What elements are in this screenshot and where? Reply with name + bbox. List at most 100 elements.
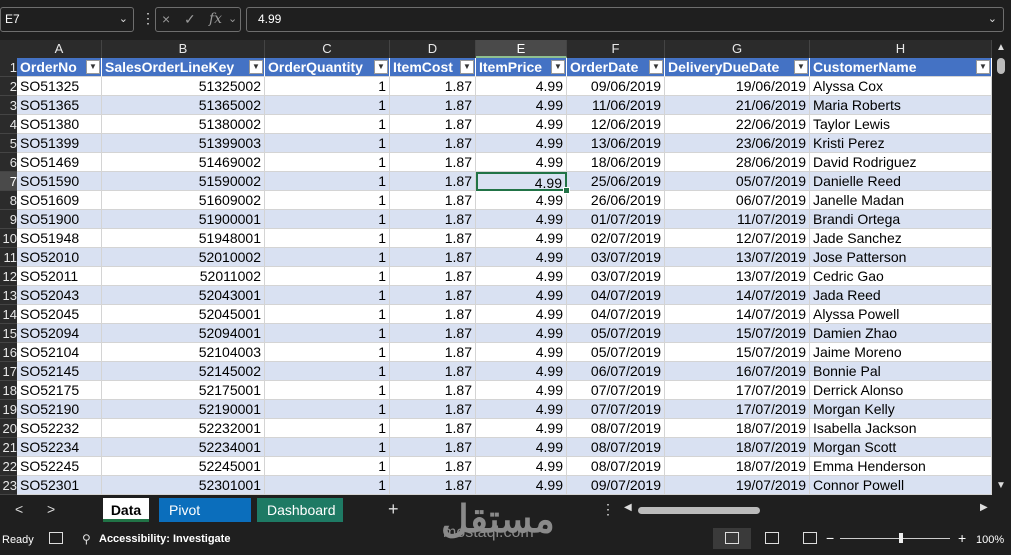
table-cell[interactable]: 52010002 [102, 248, 265, 267]
table-cell[interactable]: Derrick Alonso [810, 381, 992, 400]
table-cell[interactable]: 1 [265, 419, 390, 438]
table-cell[interactable]: SO52234 [17, 438, 102, 457]
enter-icon[interactable]: ✓ [184, 11, 196, 28]
table-cell[interactable]: 52011002 [102, 267, 265, 286]
tab-dashboard[interactable]: Dashboard [257, 498, 343, 522]
table-cell[interactable]: 1 [265, 153, 390, 172]
table-cell[interactable]: 07/07/2019 [567, 381, 665, 400]
page-break-view-icon[interactable] [803, 532, 817, 544]
row-header-20[interactable]: 20 [0, 419, 17, 438]
table-cell[interactable]: Morgan Scott [810, 438, 992, 457]
table-cell[interactable]: 51948001 [102, 229, 265, 248]
table-cell[interactable]: 1 [265, 324, 390, 343]
table-cell[interactable]: 05/07/2019 [665, 172, 810, 191]
table-cell[interactable]: 4.99 [476, 438, 567, 457]
table-header-cell[interactable]: CustomerName ▼ [810, 58, 992, 77]
table-cell[interactable]: 52190001 [102, 400, 265, 419]
fill-handle[interactable] [563, 187, 570, 194]
row-header-9[interactable]: 9 [0, 210, 17, 229]
table-cell[interactable]: 1.87 [390, 476, 476, 495]
horizontal-scrollbar[interactable]: ◀ ▶ [624, 502, 994, 517]
table-cell[interactable]: 17/07/2019 [665, 400, 810, 419]
table-cell[interactable]: 09/07/2019 [567, 476, 665, 495]
table-cell[interactable]: 15/07/2019 [665, 343, 810, 362]
table-cell[interactable]: Janelle Madan [810, 191, 992, 210]
table-cell[interactable]: Danielle Reed [810, 172, 992, 191]
filter-dropdown-icon[interactable]: ▼ [976, 60, 990, 74]
table-cell[interactable]: SO52010 [17, 248, 102, 267]
table-cell[interactable]: 52045001 [102, 305, 265, 324]
table-cell[interactable]: 1.87 [390, 229, 476, 248]
table-cell[interactable]: 08/07/2019 [567, 457, 665, 476]
table-cell[interactable]: 01/07/2019 [567, 210, 665, 229]
table-cell[interactable]: 1.87 [390, 191, 476, 210]
next-sheet-icon[interactable]: > [47, 501, 55, 517]
table-cell[interactable]: 06/07/2019 [665, 191, 810, 210]
filter-dropdown-icon[interactable]: ▼ [374, 60, 388, 74]
table-cell[interactable]: 16/07/2019 [665, 362, 810, 381]
vertical-scrollbar[interactable]: ▲ ▼ [992, 40, 1011, 495]
prev-sheet-icon[interactable]: < [15, 501, 23, 517]
table-cell[interactable]: 09/06/2019 [567, 77, 665, 96]
table-cell[interactable]: 18/07/2019 [665, 438, 810, 457]
table-cell[interactable]: SO52045 [17, 305, 102, 324]
more-tabs-icon[interactable]: ⋮ [601, 501, 615, 518]
table-cell[interactable]: Connor Powell [810, 476, 992, 495]
table-cell[interactable]: SO52104 [17, 343, 102, 362]
table-cell[interactable]: 1.87 [390, 324, 476, 343]
table-cell[interactable]: 28/06/2019 [665, 153, 810, 172]
table-cell[interactable]: SO52190 [17, 400, 102, 419]
table-cell[interactable]: SO51380 [17, 115, 102, 134]
table-cell[interactable]: 13/07/2019 [665, 248, 810, 267]
table-cell[interactable]: 4.99 [476, 362, 567, 381]
table-cell[interactable]: 1 [265, 438, 390, 457]
table-cell[interactable]: 12/06/2019 [567, 115, 665, 134]
name-box[interactable]: E7 ⌄ [0, 7, 134, 32]
table-cell[interactable]: SO51590 [17, 172, 102, 191]
table-cell[interactable]: 52175001 [102, 381, 265, 400]
table-cell[interactable]: 13/07/2019 [665, 267, 810, 286]
table-cell[interactable]: 1.87 [390, 286, 476, 305]
zoom-out-icon[interactable]: − [826, 530, 834, 546]
column-header-a[interactable]: A [17, 40, 102, 58]
table-cell[interactable]: Taylor Lewis [810, 115, 992, 134]
zoom-in-icon[interactable]: + [958, 530, 966, 546]
table-cell[interactable]: SO52145 [17, 362, 102, 381]
table-header-cell[interactable]: DeliveryDueDate ▼ [665, 58, 810, 77]
row-header-17[interactable]: 17 [0, 362, 17, 381]
table-cell[interactable]: 51590002 [102, 172, 265, 191]
table-cell[interactable]: 08/07/2019 [567, 438, 665, 457]
column-header-e[interactable]: E [476, 40, 567, 58]
row-header-12[interactable]: 12 [0, 267, 17, 286]
tab-pivot-tables[interactable]: Pivot tables [159, 498, 251, 542]
table-cell[interactable]: 12/07/2019 [665, 229, 810, 248]
table-cell[interactable]: 07/07/2019 [567, 400, 665, 419]
table-cell[interactable]: SO51469 [17, 153, 102, 172]
row-header-3[interactable]: 3 [0, 96, 17, 115]
table-cell[interactable]: 1.87 [390, 267, 476, 286]
row-header-16[interactable]: 16 [0, 343, 17, 362]
table-cell[interactable]: 18/07/2019 [665, 419, 810, 438]
table-cell[interactable]: 1.87 [390, 362, 476, 381]
table-cell[interactable]: Jaime Moreno [810, 343, 992, 362]
filter-dropdown-icon[interactable]: ▼ [86, 60, 100, 74]
row-header-2[interactable]: 2 [0, 77, 17, 96]
filter-dropdown-icon[interactable]: ▼ [460, 60, 474, 74]
row-header-4[interactable]: 4 [0, 115, 17, 134]
table-cell[interactable]: 1 [265, 172, 390, 191]
insert-function-icon[interactable]: fx [209, 11, 222, 27]
formula-input[interactable]: 4.99 ⌄ [246, 7, 1004, 32]
table-cell[interactable]: 1 [265, 115, 390, 134]
table-cell[interactable]: 1.87 [390, 419, 476, 438]
table-cell[interactable]: 1 [265, 210, 390, 229]
table-cell[interactable]: 04/07/2019 [567, 305, 665, 324]
table-cell[interactable]: SO52245 [17, 457, 102, 476]
table-cell[interactable]: 18/07/2019 [665, 457, 810, 476]
table-cell[interactable]: 51325002 [102, 77, 265, 96]
table-cell[interactable]: 1 [265, 191, 390, 210]
row-header-1[interactable]: 1 [0, 58, 17, 77]
table-cell[interactable]: 52245001 [102, 457, 265, 476]
table-cell[interactable]: 1.87 [390, 381, 476, 400]
table-cell[interactable]: 17/07/2019 [665, 381, 810, 400]
table-cell[interactable]: 52104003 [102, 343, 265, 362]
